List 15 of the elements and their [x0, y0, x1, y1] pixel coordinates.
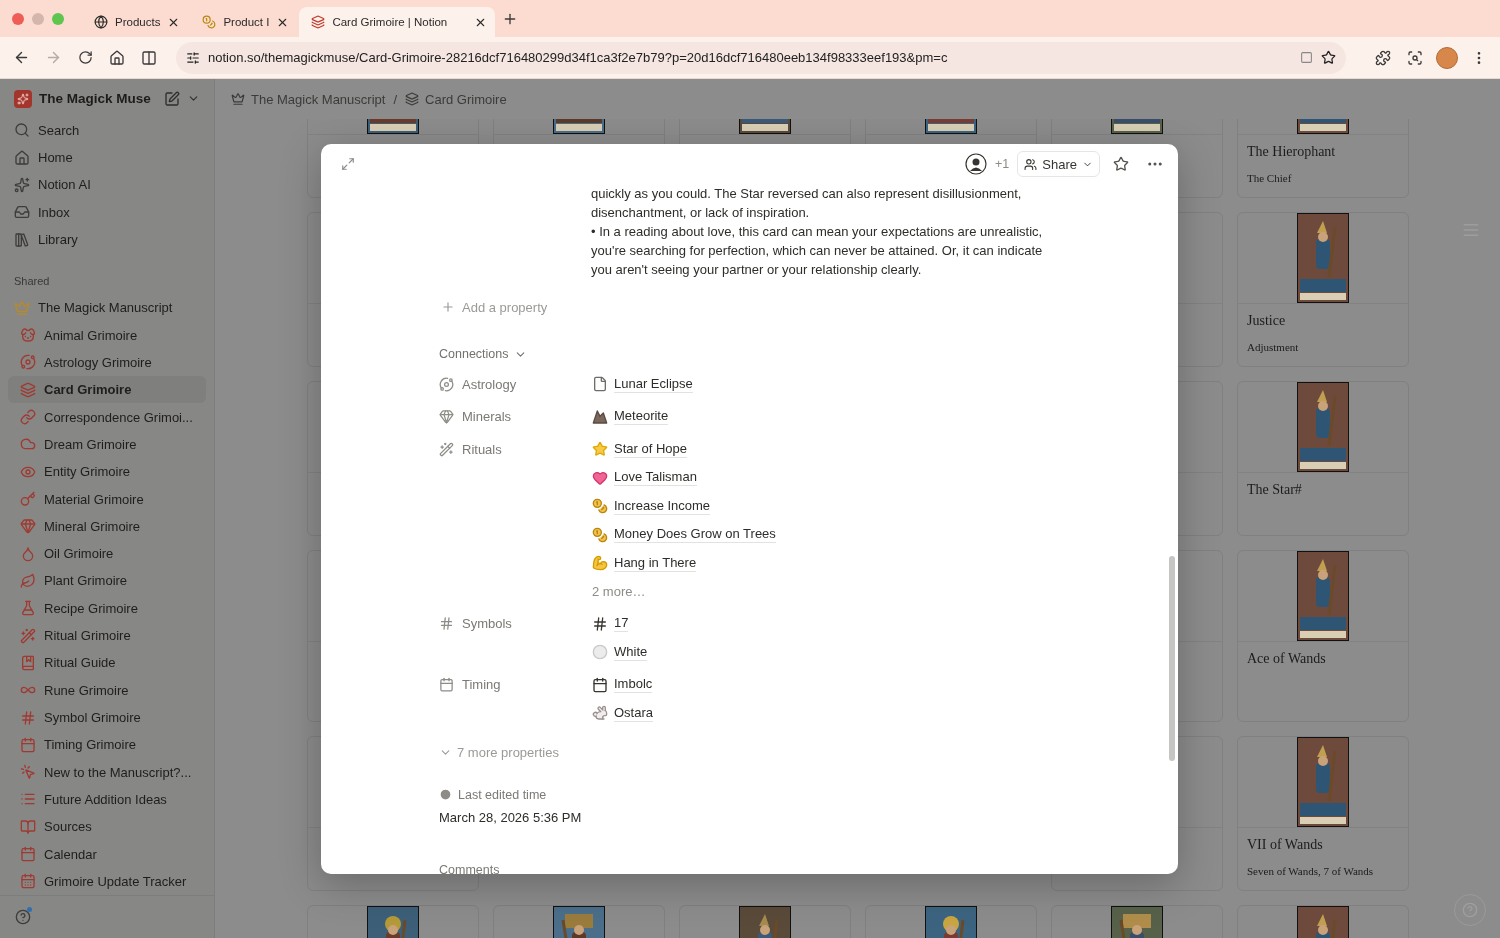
section-label: Shared	[13, 274, 51, 290]
description-text: • In a reading about love, this card can mean your expectations are unrealistic, you're searching for perfection, which can never be attained. Or, it can indicate you aren't seeing your partner or your relationship clearly.	[591, 223, 1044, 279]
card-title: Ace of Wands	[1246, 650, 1327, 667]
card-subtitle: The Chief	[1246, 171, 1293, 184]
card-title: Justice	[1246, 312, 1287, 329]
last-edited-label: Last edited time	[458, 787, 547, 802]
card-subtitle: Seven of Wands, 7 of Wands	[1246, 864, 1375, 877]
last-edited-value: March 28, 2026 5:36 PM	[439, 809, 583, 825]
card-title: The Star#	[1246, 481, 1303, 498]
comments-heading: Comments	[439, 862, 501, 874]
description-text: quickly as you could. The Star reversed can also represent disillusionment, disenchantment, or lack of inspiration.	[591, 185, 1023, 222]
card-subtitle: Adjustment	[1246, 340, 1300, 353]
card-title: VII of Wands	[1246, 836, 1324, 853]
breadcrumb-separator: /	[393, 91, 397, 107]
card-title: The Hierophant	[1246, 143, 1337, 160]
